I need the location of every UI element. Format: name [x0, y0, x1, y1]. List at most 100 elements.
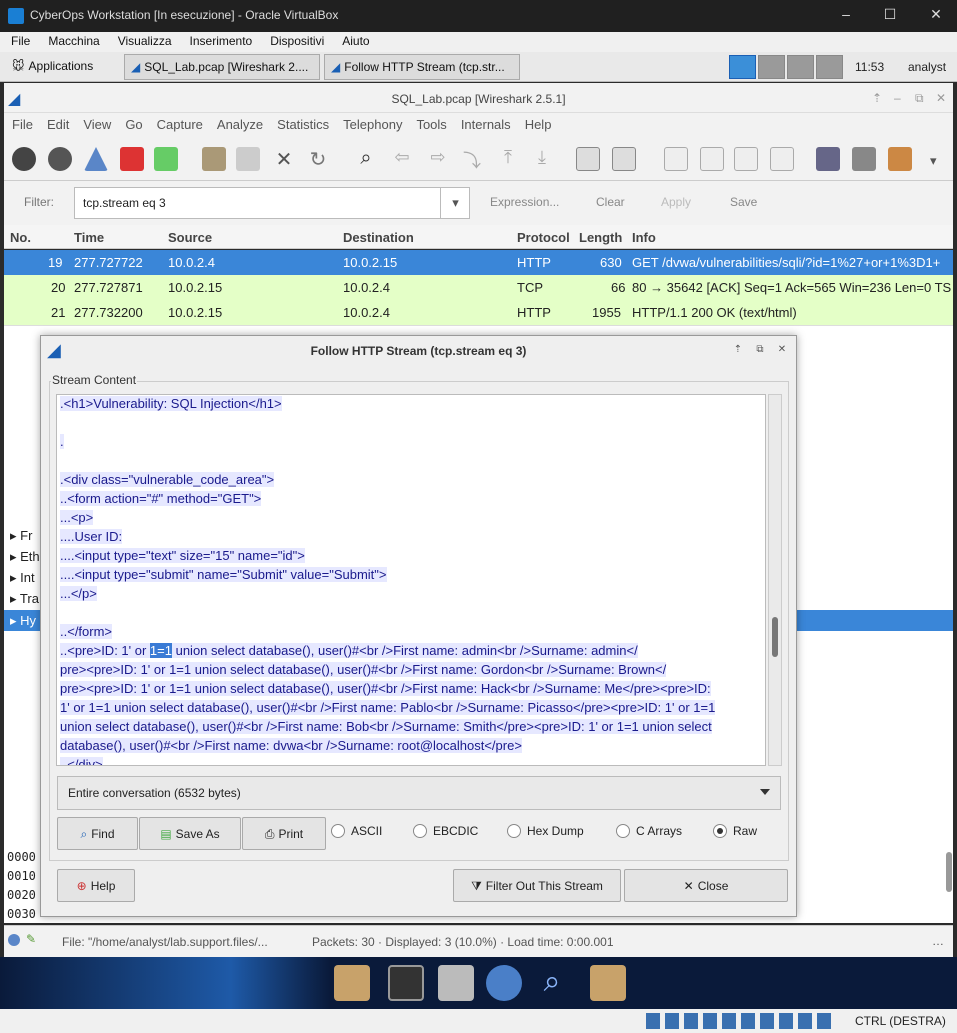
colorize-icon[interactable]	[576, 147, 600, 171]
stop-capture-icon[interactable]	[120, 147, 144, 171]
packet-row[interactable]: 20 277.727871 10.0.2.15 10.0.2.4 TCP 66 …	[4, 275, 953, 300]
vbox-menu-file[interactable]: File	[0, 32, 37, 48]
file-manager-icon[interactable]	[334, 965, 370, 1001]
minimize-icon[interactable]: –	[894, 91, 901, 105]
display-filter-input[interactable]: tcp.stream eq 3	[74, 187, 470, 219]
packet-row[interactable]: 21 277.732200 10.0.2.15 10.0.2.4 HTTP 19…	[4, 300, 953, 325]
menu-tools[interactable]: Tools	[408, 113, 452, 132]
vbox-menu-machine[interactable]: Macchina	[37, 32, 106, 48]
menu-capture[interactable]: Capture	[149, 113, 209, 132]
search-icon[interactable]: ⌕	[534, 965, 570, 1001]
col-protocol[interactable]: Protocol	[517, 230, 570, 245]
conversation-select[interactable]: Entire conversation (6532 bytes)	[57, 776, 781, 810]
workspace-1[interactable]	[729, 55, 756, 79]
interfaces-icon[interactable]	[12, 147, 36, 171]
vbox-menu-input[interactable]: Inserimento	[179, 32, 260, 48]
tree-item[interactable]: ▸ Tra	[10, 591, 39, 607]
autoscroll-icon[interactable]	[612, 147, 636, 171]
expression-button[interactable]: Expression...	[490, 195, 559, 209]
find-packet-icon[interactable]: ⌕	[354, 147, 378, 171]
filter-dropdown-icon[interactable]: ▾	[440, 187, 470, 219]
menu-go[interactable]: Go	[117, 113, 148, 132]
toolbar-overflow-icon[interactable]: ▾	[930, 153, 937, 169]
coloring-rules-icon[interactable]	[888, 147, 912, 171]
col-info[interactable]: Info	[632, 230, 656, 245]
menu-internals[interactable]: Internals	[453, 113, 517, 132]
col-destination[interactable]: Destination	[343, 230, 414, 245]
shade-up-icon[interactable]: ⇡	[872, 91, 882, 105]
user-name[interactable]: analyst	[908, 60, 946, 74]
vbox-menu-devices[interactable]: Dispositivi	[259, 32, 331, 48]
menu-analyze[interactable]: Analyze	[209, 113, 269, 132]
restart-capture-icon[interactable]	[154, 147, 178, 171]
save-filter-button[interactable]: Save	[730, 195, 757, 209]
file-cabinet-icon[interactable]	[438, 965, 474, 1001]
vbox-device-icons[interactable]	[646, 1013, 836, 1029]
resize-columns-icon[interactable]	[770, 147, 794, 171]
menu-edit[interactable]: Edit	[39, 113, 75, 132]
hex-scrollbar[interactable]	[946, 852, 952, 892]
apply-button[interactable]: Apply	[661, 195, 691, 209]
web-browser-icon[interactable]	[486, 965, 522, 1001]
open-file-icon[interactable]	[202, 147, 226, 171]
expert-info-icon[interactable]	[8, 934, 20, 946]
col-length[interactable]: Length	[579, 230, 622, 245]
menu-statistics[interactable]: Statistics	[269, 113, 335, 132]
close-icon[interactable]: ✕	[926, 6, 946, 26]
edit-comment-icon[interactable]: ✎	[26, 932, 36, 946]
menu-help[interactable]: Help	[517, 113, 558, 132]
first-packet-icon[interactable]: ⤒	[496, 147, 520, 171]
close-button[interactable]: ✕ Close	[624, 869, 788, 902]
format-raw[interactable]: Raw	[713, 824, 757, 838]
workspace-4[interactable]	[816, 55, 843, 79]
save-file-icon[interactable]	[236, 147, 260, 171]
tree-item[interactable]: ▸ Int	[10, 570, 35, 586]
packet-row[interactable]: 19 277.727722 10.0.2.4 10.0.2.15 HTTP 63…	[4, 250, 953, 275]
folder-icon[interactable]	[590, 965, 626, 1001]
close-icon[interactable]: ✕	[936, 91, 946, 105]
shade-up-icon[interactable]: ⇡	[731, 344, 745, 358]
close-icon[interactable]: ✕	[775, 344, 789, 358]
help-button[interactable]: ⊕ Help	[57, 869, 135, 902]
tree-item[interactable]: ▸ Fr	[10, 528, 32, 544]
display-filters-icon[interactable]	[852, 147, 876, 171]
restore-icon[interactable]: ⧉	[915, 91, 924, 106]
filter-out-stream-button[interactable]: ⧩ Filter Out This Stream	[453, 869, 621, 902]
go-forward-icon[interactable]: ⇨	[426, 147, 450, 171]
tree-item[interactable]: ▸ Eth	[10, 549, 40, 565]
stream-content-text[interactable]: .<h1>Vulnerability: SQL Injection</h1> .…	[56, 394, 766, 766]
task-follow-stream[interactable]: ◢ Follow HTTP Stream (tcp.str...	[324, 54, 520, 80]
last-packet-icon[interactable]: ⤓	[530, 147, 554, 171]
menu-view[interactable]: View	[75, 113, 117, 132]
menu-telephony[interactable]: Telephony	[335, 113, 408, 132]
start-capture-icon[interactable]	[84, 147, 108, 171]
save-as-button[interactable]: ▤ Save As	[139, 817, 241, 850]
restore-icon[interactable]: ⧉	[753, 344, 767, 358]
zoom-out-icon[interactable]	[700, 147, 724, 171]
go-back-icon[interactable]: ⇦	[390, 147, 414, 171]
options-gear-icon[interactable]	[48, 147, 72, 171]
applications-menu[interactable]: 🐭 Applications	[6, 54, 116, 80]
workspace-2[interactable]	[758, 55, 785, 79]
minimize-icon[interactable]: –	[836, 6, 856, 26]
task-wireshark[interactable]: ◢ SQL_Lab.pcap [Wireshark 2....	[124, 54, 320, 80]
terminal-icon[interactable]	[388, 965, 424, 1001]
col-time[interactable]: Time	[74, 230, 104, 245]
col-no[interactable]: No.	[10, 230, 31, 245]
normal-size-icon[interactable]	[734, 147, 758, 171]
format-ebcdic[interactable]: EBCDIC	[413, 824, 478, 838]
format-hex-dump[interactable]: Hex Dump	[507, 824, 584, 838]
menu-file[interactable]: File	[4, 113, 39, 132]
scrollbar-thumb[interactable]	[772, 617, 778, 657]
zoom-in-icon[interactable]	[664, 147, 688, 171]
capture-filters-icon[interactable]	[816, 147, 840, 171]
clear-button[interactable]: Clear	[596, 195, 625, 209]
stream-scrollbar[interactable]	[768, 394, 782, 766]
print-button[interactable]: ⎙ Print	[242, 817, 326, 850]
profile-icon[interactable]: …	[932, 934, 944, 948]
workspace-3[interactable]	[787, 55, 814, 79]
vbox-menu-help[interactable]: Aiuto	[331, 32, 376, 48]
vbox-menu-view[interactable]: Visualizza	[107, 32, 179, 48]
reload-icon[interactable]: ↻	[306, 147, 330, 171]
maximize-icon[interactable]: ☐	[880, 6, 900, 26]
